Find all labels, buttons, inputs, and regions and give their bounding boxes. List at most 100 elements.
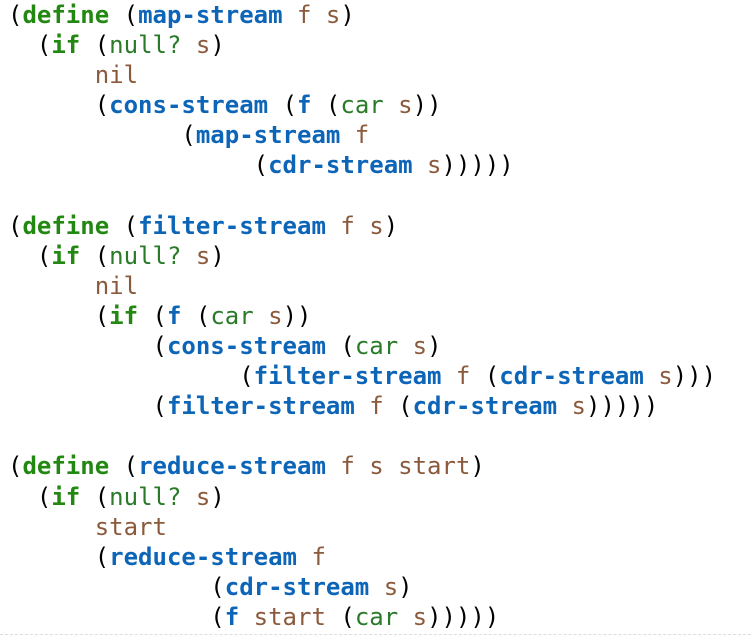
code-builtin: null? (109, 241, 182, 270)
code-paren: ( (94, 91, 110, 120)
code-paren: ( (484, 362, 500, 391)
code-paren: ( (181, 121, 196, 150)
code-paren: ) (210, 241, 225, 270)
code-line: (map-stream f (8, 120, 748, 150)
code-function-name: filter-stream (253, 362, 442, 391)
code-keyword: define (22, 452, 110, 481)
code-identifier: s (398, 602, 428, 631)
code-function-name: cdr-stream (412, 392, 558, 421)
code-line: start (8, 512, 748, 542)
code-identifier: s (181, 31, 211, 60)
code-paren: ( (152, 332, 167, 361)
code-identifier: s (383, 91, 413, 120)
code-paren: ( (94, 31, 110, 60)
code-keyword: if (51, 241, 81, 270)
code-line: (define (filter-stream f s) (8, 211, 748, 241)
code-paren: ) (470, 452, 485, 481)
code-function-name: f (297, 91, 312, 120)
code-line: (f start (car s))))) (8, 602, 748, 632)
code-identifier: s (643, 362, 673, 391)
code-paren: ( (123, 452, 139, 481)
code-paren: ( (282, 91, 298, 120)
code-keyword: if (109, 301, 139, 330)
code-identifier: nil (94, 271, 139, 300)
code-line: (reduce-stream f (8, 542, 748, 572)
code-builtin: car (354, 602, 399, 631)
code-paren: ( (210, 602, 225, 631)
code-identifier: start (94, 512, 167, 541)
code-paren: ) (210, 482, 225, 511)
code-line: (cdr-stream s) (8, 572, 748, 602)
bottom-divider (0, 634, 751, 635)
code-paren: ( (36, 241, 52, 270)
code-keyword: define (22, 211, 110, 240)
code-function-name: map-stream (138, 1, 283, 29)
code-identifier: s (369, 572, 399, 601)
code-identifier: s (398, 332, 428, 361)
code-paren: ( (123, 211, 139, 240)
code-builtin: null? (109, 482, 182, 511)
code-line: (if (null? s) (8, 482, 748, 512)
code-identifier: start (239, 602, 341, 631)
code-function-name: reduce-stream (138, 452, 326, 481)
code-paren: ) (427, 332, 442, 361)
code-line: (cons-stream (car s) (8, 331, 748, 361)
code-paren: ( (94, 241, 110, 270)
code-function-name: map-stream (195, 121, 341, 150)
code-line: (define (map-stream f s) (8, 0, 748, 30)
code-builtin: null? (109, 31, 182, 60)
code-paren: ( (152, 392, 167, 421)
code-paren: ( (239, 362, 254, 391)
code-paren: ( (94, 301, 110, 330)
code-function-name: cons-stream (166, 332, 326, 361)
code-line: (if (f (car s)) (8, 301, 748, 331)
code-paren: ( (36, 482, 52, 511)
code-identifier: f s (325, 211, 384, 240)
code-function-name: filter-stream (166, 392, 355, 421)
code-line: (cdr-stream s))))) (8, 150, 748, 180)
code-line: (if (null? s) (8, 241, 748, 271)
code-function-name: reduce-stream (109, 542, 297, 571)
code-paren: ) (398, 572, 413, 601)
code-paren: ( (210, 572, 225, 601)
code-paren: ) (340, 1, 355, 29)
code-identifier: f (340, 121, 370, 150)
code-identifier: f (354, 392, 399, 421)
code-paren: ( (340, 332, 355, 361)
code-builtin: car (354, 332, 399, 361)
code-identifier: f (297, 542, 326, 571)
code-paren: )) (412, 91, 442, 120)
code-identifier: s (253, 301, 283, 330)
code-block: (define (map-stream f s) (if (null? s) n… (8, 0, 748, 632)
code-paren: ) (383, 211, 399, 240)
code-paren: ( (36, 31, 52, 60)
code-keyword: if (51, 482, 81, 511)
code-identifier: f s start (325, 452, 471, 481)
code-paren: ( (152, 301, 167, 330)
code-keyword: define (22, 1, 110, 29)
code-identifier: s (557, 392, 587, 421)
code-line: (define (reduce-stream f s start) (8, 451, 748, 481)
code-paren: )) (282, 301, 312, 330)
code-paren: ( (253, 151, 269, 180)
